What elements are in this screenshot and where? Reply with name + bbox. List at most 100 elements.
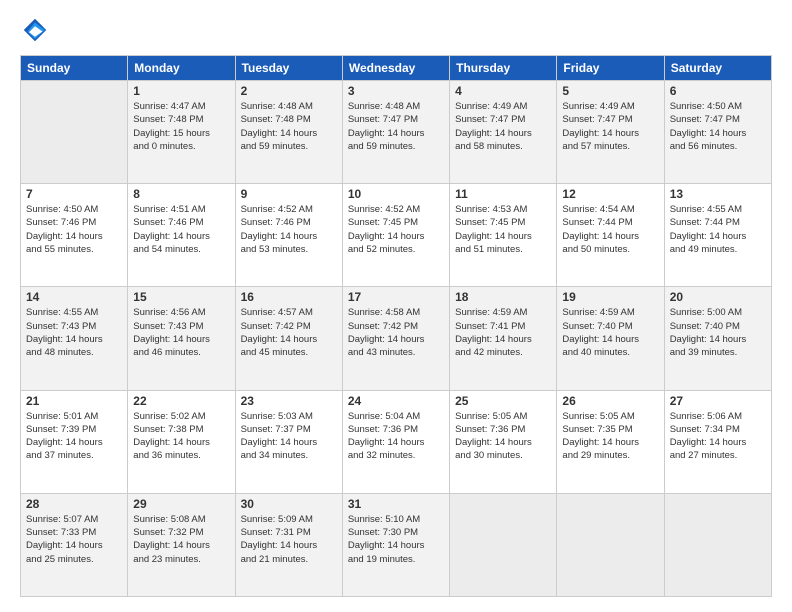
calendar-cell: 15 Sunrise: 4:56 AMSunset: 7:43 PMDayligh… xyxy=(128,287,235,390)
day-info: Sunrise: 4:57 AMSunset: 7:42 PMDaylight:… xyxy=(241,306,337,359)
day-number: 11 xyxy=(455,187,551,201)
day-number: 9 xyxy=(241,187,337,201)
calendar-cell: 31 Sunrise: 5:10 AMSunset: 7:30 PMDayligh… xyxy=(342,493,449,596)
day-info: Sunrise: 5:05 AMSunset: 7:36 PMDaylight:… xyxy=(455,410,551,463)
day-info: Sunrise: 4:47 AMSunset: 7:48 PMDaylight:… xyxy=(133,100,229,153)
day-info: Sunrise: 5:08 AMSunset: 7:32 PMDaylight:… xyxy=(133,513,229,566)
day-info: Sunrise: 5:10 AMSunset: 7:30 PMDaylight:… xyxy=(348,513,444,566)
calendar-cell: 14 Sunrise: 4:55 AMSunset: 7:43 PMDayligh… xyxy=(21,287,128,390)
day-info: Sunrise: 4:51 AMSunset: 7:46 PMDaylight:… xyxy=(133,203,229,256)
day-number: 31 xyxy=(348,497,444,511)
logo-icon xyxy=(20,15,50,45)
calendar-week-row: 1 Sunrise: 4:47 AMSunset: 7:48 PMDaylight… xyxy=(21,81,772,184)
day-info: Sunrise: 4:53 AMSunset: 7:45 PMDaylight:… xyxy=(455,203,551,256)
calendar-cell: 10 Sunrise: 4:52 AMSunset: 7:45 PMDayligh… xyxy=(342,184,449,287)
calendar-week-row: 14 Sunrise: 4:55 AMSunset: 7:43 PMDayligh… xyxy=(21,287,772,390)
weekday-header-wednesday: Wednesday xyxy=(342,56,449,81)
day-info: Sunrise: 4:55 AMSunset: 7:43 PMDaylight:… xyxy=(26,306,122,359)
day-number: 7 xyxy=(26,187,122,201)
weekday-header-friday: Friday xyxy=(557,56,664,81)
calendar-cell: 22 Sunrise: 5:02 AMSunset: 7:38 PMDayligh… xyxy=(128,390,235,493)
calendar-table: SundayMondayTuesdayWednesdayThursdayFrid… xyxy=(20,55,772,597)
day-number: 4 xyxy=(455,84,551,98)
calendar-cell: 23Sunrise: 5:03 AMSunset: 7:37 PMDayligh… xyxy=(235,390,342,493)
day-number: 28 xyxy=(26,497,122,511)
day-info: Sunrise: 4:50 AMSunset: 7:46 PMDaylight:… xyxy=(26,203,122,256)
calendar-cell: 28 Sunrise: 5:07 AMSunset: 7:33 PMDayligh… xyxy=(21,493,128,596)
day-number: 29 xyxy=(133,497,229,511)
day-number: 19 xyxy=(562,290,658,304)
calendar-cell: 11 Sunrise: 4:53 AMSunset: 7:45 PMDayligh… xyxy=(450,184,557,287)
calendar-cell: 20 Sunrise: 5:00 AMSunset: 7:40 PMDayligh… xyxy=(664,287,771,390)
day-info: Sunrise: 5:07 AMSunset: 7:33 PMDaylight:… xyxy=(26,513,122,566)
day-info: Sunrise: 4:58 AMSunset: 7:42 PMDaylight:… xyxy=(348,306,444,359)
day-number: 6 xyxy=(670,84,766,98)
calendar-cell: 30 Sunrise: 5:09 AMSunset: 7:31 PMDayligh… xyxy=(235,493,342,596)
calendar-cell: 24 Sunrise: 5:04 AMSunset: 7:36 PMDayligh… xyxy=(342,390,449,493)
day-info: Sunrise: 5:03 AMSunset: 7:37 PMDaylight:… xyxy=(241,410,337,463)
day-info: Sunrise: 5:00 AMSunset: 7:40 PMDaylight:… xyxy=(670,306,766,359)
day-info: Sunrise: 4:59 AMSunset: 7:40 PMDaylight:… xyxy=(562,306,658,359)
calendar-cell: 21 Sunrise: 5:01 AMSunset: 7:39 PMDayligh… xyxy=(21,390,128,493)
calendar-cell: 8Sunrise: 4:51 AMSunset: 7:46 PMDaylight… xyxy=(128,184,235,287)
calendar-cell: 25 Sunrise: 5:05 AMSunset: 7:36 PMDayligh… xyxy=(450,390,557,493)
calendar-cell: 29 Sunrise: 5:08 AMSunset: 7:32 PMDayligh… xyxy=(128,493,235,596)
calendar-cell xyxy=(557,493,664,596)
calendar-cell xyxy=(664,493,771,596)
calendar-cell: 27Sunrise: 5:06 AMSunset: 7:34 PMDayligh… xyxy=(664,390,771,493)
day-info: Sunrise: 5:05 AMSunset: 7:35 PMDaylight:… xyxy=(562,410,658,463)
day-info: Sunrise: 5:06 AMSunset: 7:34 PMDaylight:… xyxy=(670,410,766,463)
calendar-cell: 2 Sunrise: 4:48 AMSunset: 7:48 PMDaylight… xyxy=(235,81,342,184)
header xyxy=(20,15,772,45)
day-number: 26 xyxy=(562,394,658,408)
day-info: Sunrise: 5:01 AMSunset: 7:39 PMDaylight:… xyxy=(26,410,122,463)
day-number: 14 xyxy=(26,290,122,304)
day-number: 20 xyxy=(670,290,766,304)
calendar-cell: 26 Sunrise: 5:05 AMSunset: 7:35 PMDayligh… xyxy=(557,390,664,493)
day-info: Sunrise: 4:50 AMSunset: 7:47 PMDaylight:… xyxy=(670,100,766,153)
day-number: 30 xyxy=(241,497,337,511)
day-number: 18 xyxy=(455,290,551,304)
day-info: Sunrise: 5:02 AMSunset: 7:38 PMDaylight:… xyxy=(133,410,229,463)
day-number: 24 xyxy=(348,394,444,408)
day-number: 12 xyxy=(562,187,658,201)
calendar-cell: 9Sunrise: 4:52 AMSunset: 7:46 PMDaylight… xyxy=(235,184,342,287)
day-info: Sunrise: 5:09 AMSunset: 7:31 PMDaylight:… xyxy=(241,513,337,566)
day-number: 3 xyxy=(348,84,444,98)
day-number: 21 xyxy=(26,394,122,408)
day-number: 2 xyxy=(241,84,337,98)
calendar-cell xyxy=(21,81,128,184)
calendar-cell: 12Sunrise: 4:54 AMSunset: 7:44 PMDayligh… xyxy=(557,184,664,287)
day-info: Sunrise: 4:48 AMSunset: 7:47 PMDaylight:… xyxy=(348,100,444,153)
calendar-cell: 7 Sunrise: 4:50 AMSunset: 7:46 PMDaylight… xyxy=(21,184,128,287)
page: SundayMondayTuesdayWednesdayThursdayFrid… xyxy=(0,0,792,612)
calendar-cell: 3 Sunrise: 4:48 AMSunset: 7:47 PMDaylight… xyxy=(342,81,449,184)
day-info: Sunrise: 4:48 AMSunset: 7:48 PMDaylight:… xyxy=(241,100,337,153)
calendar-cell: 4 Sunrise: 4:49 AMSunset: 7:47 PMDaylight… xyxy=(450,81,557,184)
day-number: 15 xyxy=(133,290,229,304)
calendar-cell: 16Sunrise: 4:57 AMSunset: 7:42 PMDayligh… xyxy=(235,287,342,390)
day-number: 22 xyxy=(133,394,229,408)
day-number: 5 xyxy=(562,84,658,98)
weekday-header-thursday: Thursday xyxy=(450,56,557,81)
weekday-header-saturday: Saturday xyxy=(664,56,771,81)
day-info: Sunrise: 4:52 AMSunset: 7:45 PMDaylight:… xyxy=(348,203,444,256)
day-info: Sunrise: 4:55 AMSunset: 7:44 PMDaylight:… xyxy=(670,203,766,256)
day-info: Sunrise: 4:59 AMSunset: 7:41 PMDaylight:… xyxy=(455,306,551,359)
calendar-cell xyxy=(450,493,557,596)
day-number: 1 xyxy=(133,84,229,98)
calendar-cell: 18 Sunrise: 4:59 AMSunset: 7:41 PMDayligh… xyxy=(450,287,557,390)
weekday-header-tuesday: Tuesday xyxy=(235,56,342,81)
day-info: Sunrise: 4:56 AMSunset: 7:43 PMDaylight:… xyxy=(133,306,229,359)
day-number: 10 xyxy=(348,187,444,201)
calendar-cell: 6 Sunrise: 4:50 AMSunset: 7:47 PMDaylight… xyxy=(664,81,771,184)
day-number: 17 xyxy=(348,290,444,304)
calendar-week-row: 21 Sunrise: 5:01 AMSunset: 7:39 PMDayligh… xyxy=(21,390,772,493)
day-info: Sunrise: 5:04 AMSunset: 7:36 PMDaylight:… xyxy=(348,410,444,463)
day-info: Sunrise: 4:49 AMSunset: 7:47 PMDaylight:… xyxy=(455,100,551,153)
calendar-cell: 1 Sunrise: 4:47 AMSunset: 7:48 PMDaylight… xyxy=(128,81,235,184)
logo xyxy=(20,15,54,45)
day-number: 25 xyxy=(455,394,551,408)
calendar-cell: 19 Sunrise: 4:59 AMSunset: 7:40 PMDayligh… xyxy=(557,287,664,390)
calendar-cell: 17 Sunrise: 4:58 AMSunset: 7:42 PMDayligh… xyxy=(342,287,449,390)
